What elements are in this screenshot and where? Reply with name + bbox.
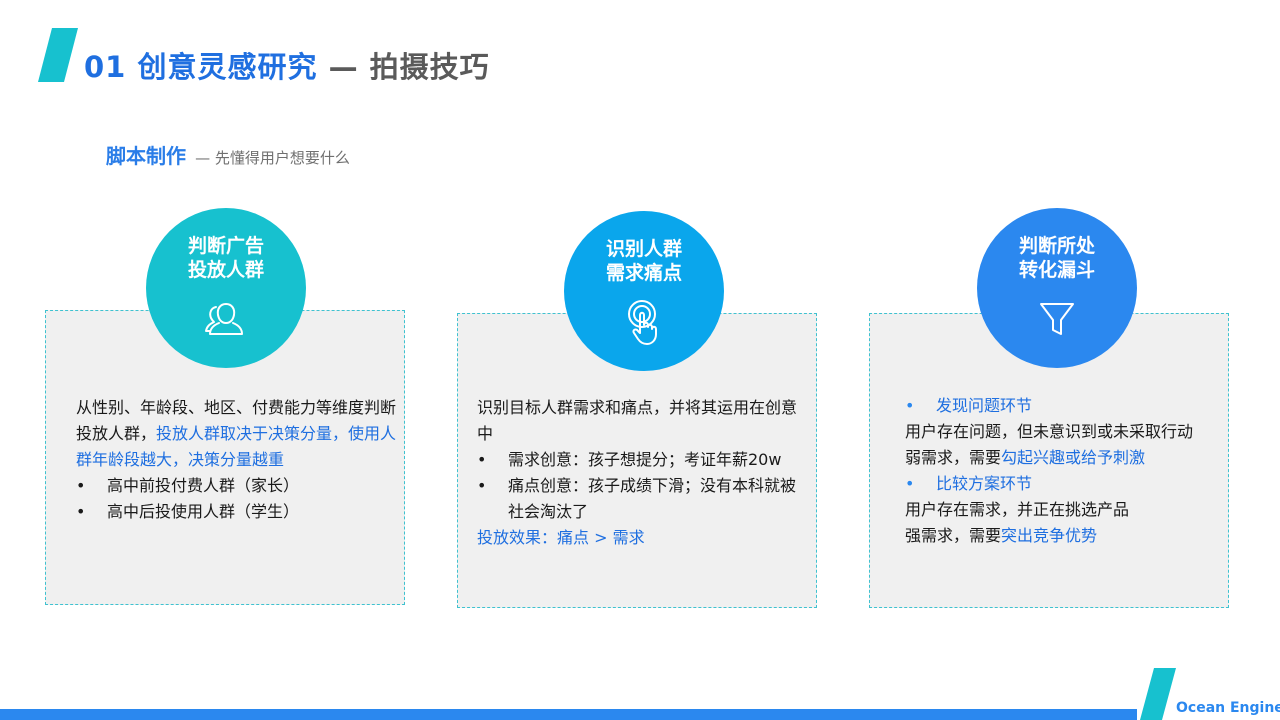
circle-label-line: 判断所处 [1018,235,1095,257]
card-paragraph: 弱需求，需要勾起兴趣或给予刺激 [905,445,1225,471]
bullet-icon: • [477,476,487,495]
section-heading: • 比较方案环节 [905,471,1225,497]
section-subtitle: 脚本制作 — 先懂得用户想要什么 [106,140,350,169]
footer-bar [0,709,1137,720]
title-accent-shape [38,28,78,82]
brand-accent-shape [1140,668,1176,720]
card-text: 强需求，需要 [905,526,1002,545]
section-heading-text: 发现问题环节 [936,396,1033,415]
list-item: • 痛点创意：孩子成绩下滑；没有本科就被社会淘汰了 [477,473,807,525]
circle-conversion-funnel: 判断所处 转化漏斗 [977,208,1137,368]
card-text: 用户存在问题，但未意识到或未采取行动 [905,422,1194,441]
circle-label-line: 识别人群 [605,238,682,260]
page-title: 01 创意灵感研究 — 拍摄技巧 [84,44,490,86]
card-text: 用户存在需求，并正在挑选产品 [905,500,1130,519]
users-icon [205,303,243,335]
circle-label: 识别人群 需求痛点 [606,237,682,285]
circle-label-line: 投放人群 [187,259,264,281]
card-paragraph: 从性别、年龄段、地区、付费能力等维度判断投放人群，投放人群取决于决策分量，使用人… [76,395,406,473]
section-heading: • 发现问题环节 [905,393,1225,419]
card-body-target-audience: 从性别、年龄段、地区、付费能力等维度判断投放人群，投放人群取决于决策分量，使用人… [76,395,406,525]
circle-label-line: 需求痛点 [605,262,682,284]
circle-label-line: 转化漏斗 [1018,259,1095,281]
funnel-icon [1040,303,1074,335]
card-intro-text: 识别目标人群需求和痛点，并将其运用在创意中 [477,398,798,443]
brand-logo-text: Ocean Engine [1176,700,1280,716]
section-heading-text: 比较方案环节 [936,474,1033,493]
card-highlight-text: 突出竞争优势 [1001,526,1098,545]
subtitle-main: 脚本制作 [106,144,186,168]
bullet-icon: • [905,474,915,493]
circle-needs-pain-points: 识别人群 需求痛点 [564,211,724,371]
circle-label: 判断广告 投放人群 [188,234,264,282]
card-body-needs-pain-points: 识别目标人群需求和痛点，并将其运用在创意中 • 需求创意：孩子想提分；考证年薪2… [477,395,807,551]
list-item: • 高中前投付费人群（家长） [76,473,406,499]
bullet-icon: • [76,476,86,495]
page-title-sub: — 拍摄技巧 [328,50,490,84]
list-item-text: 高中前投付费人群（家长） [107,476,300,495]
list-item: • 需求创意：孩子想提分；考证年薪20w [477,447,807,473]
card-highlight-text: 勾起兴趣或给予刺激 [1001,448,1146,467]
list-item-text: 高中后投使用人群（学生） [107,502,300,521]
bullet-icon: • [905,396,915,415]
page-title-main: 01 创意灵感研究 [84,50,318,84]
list-item-text: 痛点创意：孩子成绩下滑；没有本科就被社会淘汰了 [508,476,797,521]
card-text: 弱需求，需要 [905,448,1002,467]
card-effect-text: 投放效果：痛点 > 需求 [477,528,645,547]
circle-label-line: 判断广告 [187,235,264,257]
touch-icon [628,300,657,345]
bullet-icon: • [76,502,86,521]
list-item: • 高中后投使用人群（学生） [76,499,406,525]
list-item-text: 需求创意：孩子想提分；考证年薪20w [508,450,782,469]
card-body-conversion-funnel: • 发现问题环节 用户存在问题，但未意识到或未采取行动 弱需求，需要勾起兴趣或给… [905,393,1225,549]
subtitle-rest: — 先懂得用户想要什么 [195,149,350,167]
card-paragraph: 强需求，需要突出竞争优势 [905,523,1225,549]
circle-target-audience: 判断广告 投放人群 [146,208,306,368]
bullet-icon: • [477,450,487,469]
circle-label: 判断所处 转化漏斗 [1019,234,1095,282]
